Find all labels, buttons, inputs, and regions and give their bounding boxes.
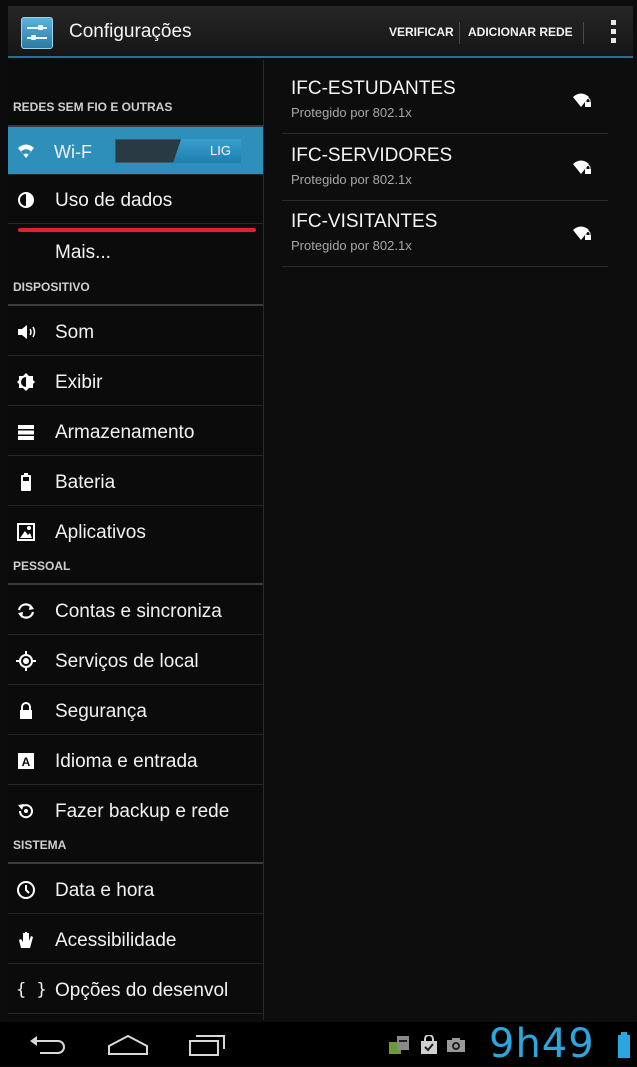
home-icon[interactable]	[107, 1034, 149, 1056]
network-item[interactable]: IFC-VISITANTES Protegido por 802.1x	[282, 201, 608, 267]
wifi-icon	[16, 141, 36, 161]
action-divider	[583, 22, 584, 44]
add-network-button[interactable]: ADICIONAR REDE	[468, 6, 573, 58]
wifi-toggle[interactable]: LIG	[115, 139, 241, 163]
keyboard-icon: A	[16, 751, 36, 771]
android-notification-icon[interactable]	[387, 1034, 411, 1058]
sidebar-item-label: Idioma e entrada	[55, 751, 198, 772]
network-security: Protegido por 802.1x	[291, 172, 412, 187]
status-clock: 9h49	[489, 1021, 595, 1067]
sidebar-item-label: Armazenamento	[55, 422, 195, 443]
section-header-system: SISTEMA	[8, 838, 263, 864]
sidebar-item-label: Uso de dados	[55, 190, 173, 211]
sidebar-item-label: Serviços de local	[55, 651, 199, 672]
storage-icon	[16, 422, 36, 442]
sidebar-item-label: Mais...	[55, 242, 111, 263]
sidebar-item-label: Bateria	[55, 472, 116, 493]
sidebar-item-label: Exibir	[55, 372, 103, 393]
sidebar-item-developer[interactable]: { } Opções do desenvol	[8, 966, 263, 1014]
sidebar-item-accounts[interactable]: Contas e sincroniza	[8, 587, 263, 635]
sidebar-item-label: Aplicativos	[55, 522, 146, 543]
sidebar-item-display[interactable]: Exibir	[8, 358, 263, 406]
brightness-icon	[16, 372, 36, 392]
lock-icon	[16, 701, 36, 721]
sidebar-item-accessibility[interactable]: Acessibilidade	[8, 916, 263, 964]
wifi-signal-locked-icon	[573, 226, 591, 240]
hand-icon	[16, 930, 36, 950]
system-bar: 9h49	[0, 1022, 637, 1066]
wifi-signal-locked-icon	[573, 93, 591, 107]
apps-icon	[16, 522, 36, 542]
network-ssid: IFC-ESTUDANTES	[291, 78, 456, 99]
sidebar-item-backup[interactable]: Fazer backup e rede	[8, 787, 263, 835]
camera-icon[interactable]	[446, 1037, 466, 1053]
sidebar-item-label: Opções do desenvol	[55, 980, 229, 1001]
braces-icon: { }	[16, 980, 47, 1000]
sidebar-item-label: Segurança	[55, 701, 147, 722]
sidebar-item-label: Fazer backup e rede	[55, 801, 230, 822]
wifi-signal-locked-icon	[573, 160, 591, 174]
sidebar-item-datetime[interactable]: Data e hora	[8, 866, 263, 914]
svg-text:A: A	[22, 755, 31, 769]
network-ssid: IFC-VISITANTES	[291, 211, 438, 232]
sidebar-item-label: Data e hora	[55, 880, 155, 901]
app-title: Configurações	[69, 21, 192, 42]
sidebar-item-label: Som	[55, 322, 95, 343]
sidebar-item-security[interactable]: Segurança	[8, 687, 263, 735]
data-usage-icon	[16, 190, 36, 210]
settings-list: REDES SEM FIO E OUTRAS Wi-F LIG Uso de d…	[8, 60, 264, 1020]
backup-icon	[16, 801, 36, 821]
sidebar-item-apps[interactable]: Aplicativos	[8, 508, 263, 556]
overflow-menu-icon[interactable]	[611, 20, 617, 44]
network-security: Protegido por 802.1x	[291, 105, 412, 120]
network-item[interactable]: IFC-ESTUDANTES Protegido por 802.1x	[282, 68, 608, 134]
section-header-wireless: REDES SEM FIO E OUTRAS	[8, 100, 263, 127]
verify-button[interactable]: VERIFICAR	[389, 6, 454, 58]
network-ssid: IFC-SERVIDORES	[291, 145, 453, 166]
sidebar-item-battery[interactable]: Bateria	[8, 458, 263, 506]
network-security: Protegido por 802.1x	[291, 238, 412, 253]
toggle-thumb: LIG	[173, 139, 241, 163]
sidebar-item-data-usage[interactable]: Uso de dados	[8, 176, 263, 224]
wifi-network-list: IFC-ESTUDANTES Protegido por 802.1x IFC-…	[264, 60, 633, 1020]
sidebar-item-label: Contas e sincroniza	[55, 601, 222, 622]
sidebar-item-label: Acessibilidade	[55, 930, 177, 951]
toggle-state-label: LIG	[210, 143, 231, 158]
battery-icon	[16, 472, 36, 492]
settings-app-icon[interactable]	[21, 17, 53, 49]
sidebar-item-location[interactable]: Serviços de local	[8, 637, 263, 685]
sidebar-item-more[interactable]: Mais...	[8, 226, 263, 276]
location-icon	[16, 651, 36, 671]
recent-apps-icon[interactable]	[188, 1033, 226, 1057]
sync-icon	[16, 601, 36, 621]
shopping-bag-icon[interactable]	[419, 1035, 439, 1055]
clock-icon	[16, 880, 36, 900]
sidebar-item-sound[interactable]: Som	[8, 308, 263, 356]
network-item[interactable]: IFC-SERVIDORES Protegido por 802.1x	[282, 135, 608, 201]
sidebar-item-storage[interactable]: Armazenamento	[8, 408, 263, 456]
action-bar: Configurações VERIFICAR ADICIONAR REDE	[8, 6, 633, 58]
speaker-icon	[16, 322, 36, 342]
sidebar-item-wifi[interactable]: Wi-F LIG	[8, 127, 263, 175]
battery-status-icon	[618, 1032, 630, 1058]
sidebar-item-language[interactable]: A Idioma e entrada	[8, 737, 263, 785]
sidebar-item-label: Wi-F	[54, 142, 92, 162]
section-header-personal: PESSOAL	[8, 559, 263, 585]
back-icon[interactable]	[30, 1034, 68, 1056]
action-divider	[459, 22, 460, 44]
section-header-device: DISPOSITIVO	[8, 280, 263, 306]
